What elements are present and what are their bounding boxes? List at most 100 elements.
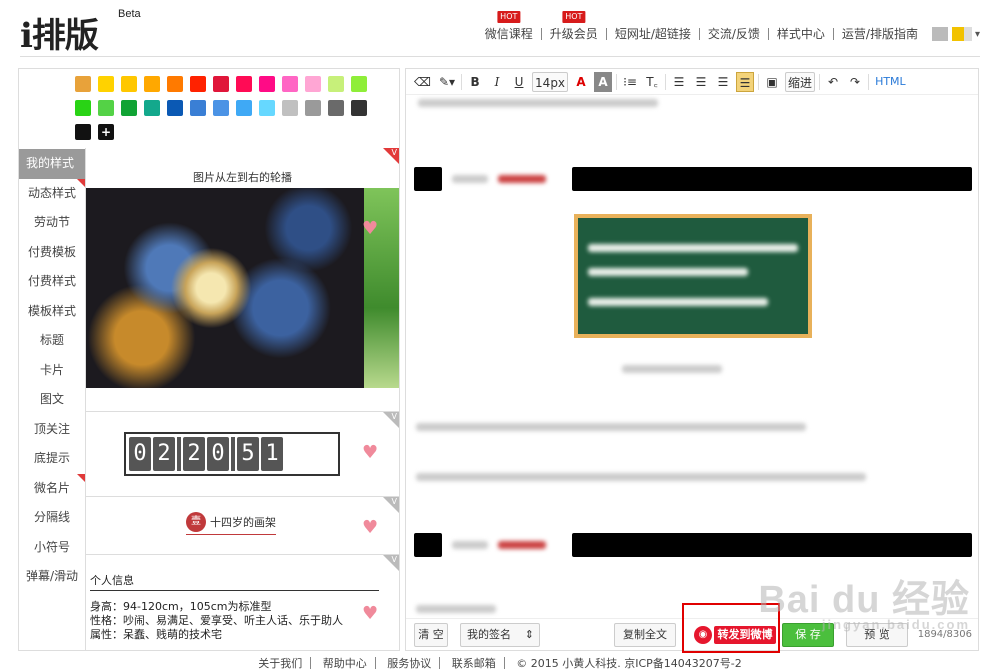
- category-label: 动态样式: [27, 185, 76, 200]
- category-item[interactable]: 卡片: [19, 356, 85, 386]
- background-color-button[interactable]: A: [594, 71, 613, 92]
- color-swatch[interactable]: [190, 76, 206, 92]
- signature-select[interactable]: 我的签名 ⇕: [460, 623, 540, 647]
- nav-short-url[interactable]: 短网址/超链接: [607, 28, 700, 40]
- heart-icon[interactable]: ♥: [362, 517, 378, 538]
- color-swatch[interactable]: [144, 100, 160, 116]
- color-swatch[interactable]: [98, 76, 114, 92]
- category-item[interactable]: 模板样式: [19, 297, 85, 327]
- avatar[interactable]: [931, 27, 972, 41]
- category-item[interactable]: 小符号: [19, 533, 85, 563]
- align-justify-icon[interactable]: ☰: [736, 71, 755, 92]
- style-card-counter[interactable]: V 0 2 2 0 5 1 ♥: [86, 412, 399, 497]
- bold-button[interactable]: B: [466, 72, 484, 92]
- font-color-button[interactable]: A: [572, 72, 590, 92]
- category-item[interactable]: 微名片: [19, 473, 85, 504]
- color-swatch[interactable]: [213, 76, 229, 92]
- color-swatch[interactable]: [351, 100, 367, 116]
- category-item[interactable]: 付费模板: [19, 238, 85, 268]
- heart-icon[interactable]: ♥: [362, 218, 378, 239]
- toolbar-separator: [461, 73, 463, 90]
- html-button[interactable]: HTML: [873, 72, 908, 92]
- clear-button[interactable]: 清 空: [414, 623, 448, 647]
- nav-wechat-course[interactable]: HOT 微信课程: [477, 11, 542, 40]
- font-size-select[interactable]: 14px: [532, 71, 569, 92]
- footer-email[interactable]: 联系邮箱: [443, 657, 505, 669]
- color-swatch[interactable]: [282, 76, 298, 92]
- color-swatch[interactable]: [121, 100, 137, 116]
- footer-terms[interactable]: 服务协议: [379, 657, 441, 669]
- category-item[interactable]: 我的样式: [19, 149, 85, 179]
- footer-help[interactable]: 帮助中心: [314, 657, 376, 669]
- format-brush-icon[interactable]: ✎▾: [437, 72, 457, 92]
- category-item[interactable]: 标题: [19, 326, 85, 356]
- color-swatch[interactable]: [305, 100, 321, 116]
- color-swatch[interactable]: [190, 100, 206, 116]
- category-item[interactable]: 弹幕/滑动: [19, 562, 85, 592]
- copy-all-button[interactable]: 复制全文: [614, 623, 676, 647]
- category-item[interactable]: 劳动节: [19, 208, 85, 238]
- blurred-text: [416, 473, 866, 481]
- category-item[interactable]: 分隔线: [19, 503, 85, 533]
- redo-icon[interactable]: ↷: [846, 72, 864, 92]
- color-swatch[interactable]: [328, 76, 344, 92]
- profile-title: 个人信息: [90, 574, 134, 587]
- color-swatch[interactable]: [305, 76, 321, 92]
- nav-guide[interactable]: 运营/排版指南: [834, 28, 926, 40]
- color-swatch[interactable]: [98, 100, 114, 116]
- profile-info: 身高：94-120cm，105cm为标准型 性格：吵闹、易满足、爱享受、听主人话…: [90, 600, 343, 642]
- color-swatch[interactable]: [236, 76, 252, 92]
- category-item[interactable]: 动态样式: [19, 178, 85, 209]
- color-swatch[interactable]: [75, 76, 91, 92]
- style-card-carousel[interactable]: V 图片从左到右的轮播 ♥: [86, 148, 399, 412]
- counter-digit: 0: [207, 437, 229, 471]
- nav-style-center[interactable]: 样式中心: [769, 28, 834, 40]
- footer-about[interactable]: 关于我们: [250, 657, 312, 669]
- image-icon[interactable]: ▣: [763, 72, 781, 92]
- blurred-text: [588, 268, 748, 276]
- eraser-icon[interactable]: ⌫: [412, 72, 433, 92]
- color-swatch[interactable]: [144, 76, 160, 92]
- italic-button[interactable]: I: [488, 72, 506, 92]
- heart-icon[interactable]: ♥: [362, 603, 378, 624]
- color-swatch[interactable]: [121, 76, 137, 92]
- color-swatch[interactable]: [213, 100, 229, 116]
- flower-image: [86, 188, 364, 388]
- category-item[interactable]: 底提示: [19, 444, 85, 474]
- heart-icon[interactable]: ♥: [362, 442, 378, 463]
- nav-feedback[interactable]: 交流/反馈: [700, 28, 769, 40]
- category-label: 付费模板: [27, 244, 76, 259]
- color-swatch[interactable]: [75, 124, 91, 140]
- color-swatch[interactable]: [167, 76, 183, 92]
- category-item[interactable]: 图文: [19, 385, 85, 415]
- add-color-button[interactable]: +: [98, 124, 114, 140]
- color-swatch[interactable]: [236, 100, 252, 116]
- color-swatch[interactable]: [328, 100, 344, 116]
- align-right-icon[interactable]: ☰: [714, 72, 732, 92]
- logo-beta: Beta: [118, 8, 141, 20]
- indent-button[interactable]: 缩进: [785, 71, 816, 92]
- counter-digit: 1: [261, 437, 283, 471]
- color-swatch[interactable]: [259, 100, 275, 116]
- category-item[interactable]: 顶关注: [19, 415, 85, 445]
- nav-upgrade-member[interactable]: HOT 升级会员: [542, 11, 607, 40]
- chevron-down-icon[interactable]: ▾: [975, 29, 980, 40]
- category-label: 顶关注: [33, 421, 70, 436]
- color-swatch[interactable]: [259, 76, 275, 92]
- list-button[interactable]: ⁝≡: [621, 72, 639, 92]
- color-swatch[interactable]: [351, 76, 367, 92]
- style-card-profile[interactable]: V 个人信息 身高：94-120cm，105cm为标准型 性格：吵闹、易满足、爱…: [86, 555, 399, 650]
- color-swatch[interactable]: [75, 100, 91, 116]
- color-swatch[interactable]: [167, 100, 183, 116]
- corner-badge: V: [383, 148, 399, 164]
- editor-panel: ⌫ ✎▾ B I U 14px A A ⁝≡ T꜀ ☰ ☰ ☰ ☰ ▣ 缩进 ↶…: [405, 68, 979, 651]
- underline-button[interactable]: U: [510, 72, 528, 92]
- align-center-icon[interactable]: ☰: [692, 72, 710, 92]
- logo[interactable]: i排版 Beta: [20, 8, 141, 57]
- style-card-title-badge[interactable]: V 壹 十四岁的画架 ♥: [86, 497, 399, 555]
- heading-button[interactable]: T꜀: [643, 72, 661, 92]
- undo-icon[interactable]: ↶: [824, 72, 842, 92]
- category-item[interactable]: 付费样式: [19, 267, 85, 297]
- align-left-icon[interactable]: ☰: [670, 72, 688, 92]
- color-swatch[interactable]: [282, 100, 298, 116]
